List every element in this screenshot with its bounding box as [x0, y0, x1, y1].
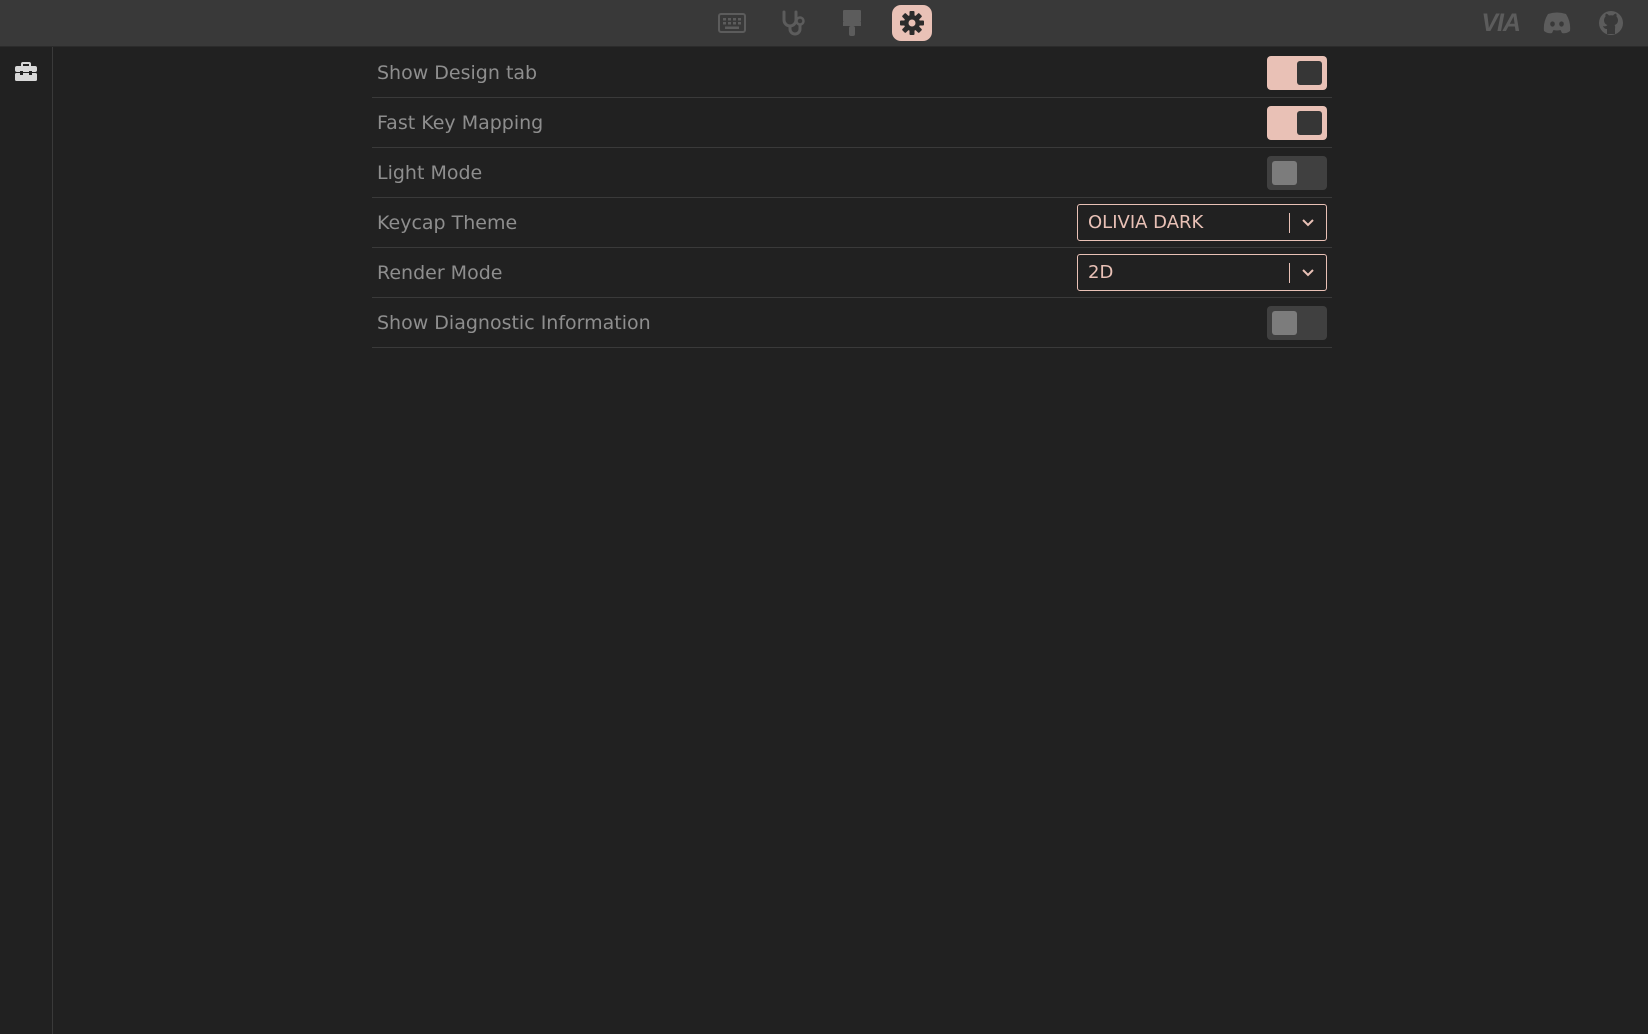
sidebar-item-toolbox[interactable] [0, 47, 52, 97]
select-value: OLIVIA DARK [1088, 212, 1204, 233]
gear-icon [900, 11, 924, 35]
toggle-knob [1297, 60, 1322, 85]
setting-label: Fast Key Mapping [377, 111, 544, 134]
tab-test[interactable] [772, 5, 812, 41]
github-icon [1599, 11, 1623, 35]
keycap-theme-select[interactable]: OLIVIA DARK [1077, 204, 1327, 241]
top-navigation-bar: VIA [0, 0, 1648, 47]
setting-fast-key-mapping: Fast Key Mapping [372, 98, 1332, 148]
toolbox-icon [15, 62, 37, 81]
fast-key-mapping-toggle[interactable] [1267, 105, 1327, 140]
discord-link[interactable] [1540, 6, 1574, 40]
select-value: 2D [1088, 262, 1114, 283]
toggle-knob [1272, 310, 1297, 335]
setting-label: Keycap Theme [377, 211, 518, 234]
chevron-down-icon[interactable] [1290, 255, 1326, 290]
setting-show-diagnostic-information: Show Diagnostic Information [372, 298, 1332, 348]
toggle-knob [1297, 110, 1322, 135]
via-logo[interactable]: VIA [1481, 9, 1521, 38]
render-mode-select[interactable]: 2D [1077, 254, 1327, 291]
settings-panel: Show Design tab Fast Key Mapping Light M… [372, 48, 1332, 348]
setting-label: Show Diagnostic Information [377, 311, 651, 334]
setting-label: Render Mode [377, 261, 503, 284]
tab-settings[interactable] [892, 5, 932, 41]
setting-show-design-tab: Show Design tab [372, 48, 1332, 98]
tab-design[interactable] [832, 5, 872, 41]
discord-icon [1543, 12, 1571, 34]
setting-render-mode: Render Mode 2D [372, 248, 1332, 298]
setting-label: Light Mode [377, 161, 483, 184]
toggle-knob [1272, 160, 1297, 185]
show-design-tab-toggle[interactable] [1267, 55, 1327, 90]
setting-light-mode: Light Mode [372, 148, 1332, 198]
show-diagnostic-information-toggle[interactable] [1267, 305, 1327, 340]
keyboard-icon [718, 13, 746, 33]
tab-configure[interactable] [712, 5, 752, 41]
external-links: VIA [1481, 4, 1628, 42]
main-tabs [712, 4, 932, 42]
paintbrush-icon [843, 10, 861, 36]
chevron-down-icon[interactable] [1290, 205, 1326, 240]
light-mode-toggle[interactable] [1267, 155, 1327, 190]
sidebar [0, 47, 53, 1034]
setting-keycap-theme: Keycap Theme OLIVIA DARK [372, 198, 1332, 248]
stethoscope-icon [782, 10, 805, 36]
setting-label: Show Design tab [377, 61, 538, 84]
github-link[interactable] [1594, 6, 1628, 40]
